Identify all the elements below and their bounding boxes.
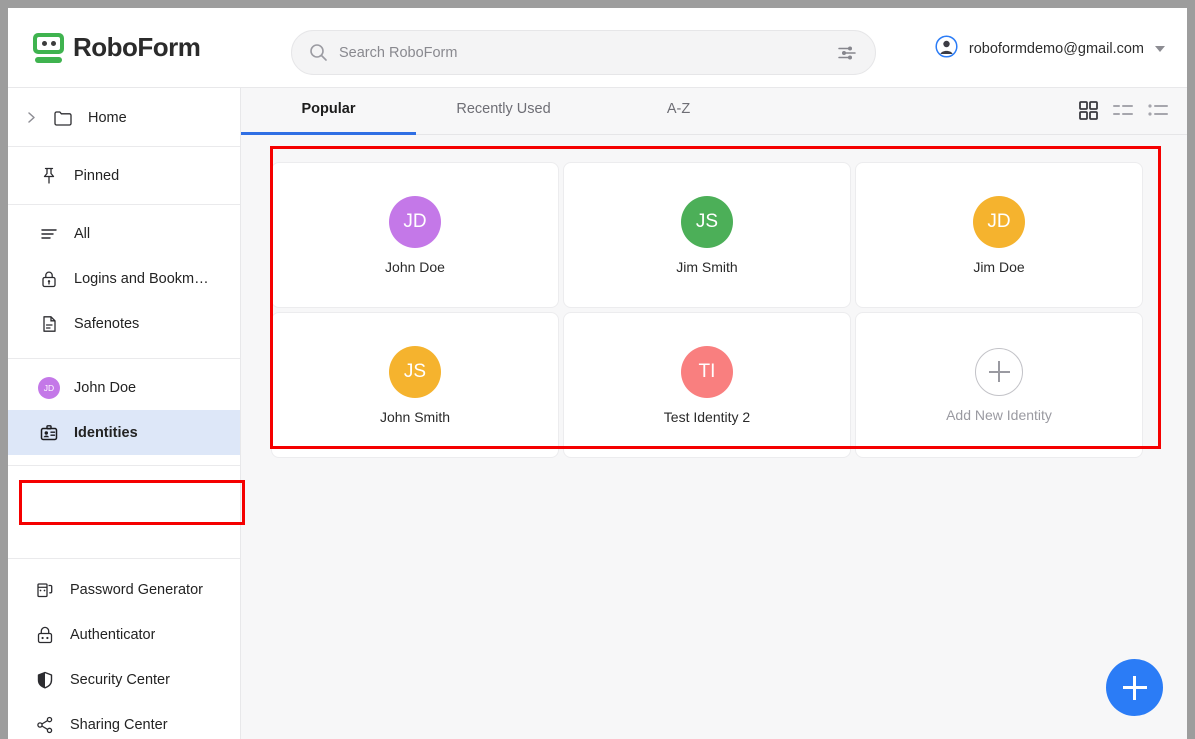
app-body: Home Pinned All Logins and Bookm… Safeno… xyxy=(8,88,1187,739)
sidebar-item-label: Authenticator xyxy=(70,626,156,643)
identity-name: Test Identity 2 xyxy=(663,408,751,425)
share-nodes-icon xyxy=(34,715,56,735)
sidebar-item-label: All xyxy=(74,225,91,242)
avatar-initials: JD xyxy=(987,210,1011,232)
tab-popular[interactable]: Popular xyxy=(241,88,416,135)
sidebar-item-label: Sharing Center xyxy=(70,716,168,733)
search-input[interactable] xyxy=(339,44,838,61)
add-item-fab[interactable] xyxy=(1106,659,1163,716)
sidebar: Home Pinned All Logins and Bookm… Safeno… xyxy=(8,88,245,739)
shield-icon xyxy=(34,670,56,690)
identity-name: Add New Identity xyxy=(946,406,1052,423)
sidebar-item-all[interactable]: All xyxy=(8,211,240,256)
sidebar-item-label: Identities xyxy=(74,424,138,441)
sidebar-item-john-doe[interactable]: JD John Doe xyxy=(8,365,240,410)
sidebar-divider xyxy=(8,558,240,559)
identity-card-icon xyxy=(38,423,60,443)
avatar-initials: TI xyxy=(698,360,716,382)
sidebar-item-security-center[interactable]: Security Center xyxy=(8,657,240,702)
password-generator-icon xyxy=(34,580,56,600)
avatar: JS xyxy=(389,345,441,398)
app-header: RoboForm Search RoboForm roboformdemo@gm… xyxy=(8,8,1187,88)
avatar: JD xyxy=(38,376,60,399)
note-document-icon xyxy=(38,314,60,334)
list-lines-icon xyxy=(38,224,60,244)
sidebar-item-authenticator[interactable]: Authenticator xyxy=(8,612,240,657)
account-email: roboformdemo@gmail.com xyxy=(968,41,1144,57)
sidebar-divider xyxy=(8,146,240,147)
avatar-initials: JS xyxy=(403,360,427,382)
sidebar-divider xyxy=(8,358,240,359)
sidebar-item-label: Pinned xyxy=(74,167,120,184)
account-menu[interactable]: roboformdemo@gmail.com xyxy=(935,35,1165,63)
view-toggle-group xyxy=(1078,100,1169,121)
avatar-initials: JD xyxy=(403,210,427,232)
filter-sliders-icon[interactable] xyxy=(838,44,856,62)
tab-recently-used[interactable]: Recently Used xyxy=(416,88,591,135)
add-new-identity-card[interactable]: Add New Identity xyxy=(855,312,1143,458)
sidebar-divider xyxy=(8,465,240,466)
brand-logo[interactable]: RoboForm xyxy=(33,32,201,63)
sidebar-item-safenotes[interactable]: Safenotes xyxy=(8,301,240,346)
avatar-initials: JS xyxy=(695,210,719,232)
identity-name: John Doe xyxy=(385,258,445,275)
main-content: Popular Recently Used A-Z JD John Doe JS… xyxy=(241,88,1187,739)
sidebar-tools: Password Generator Authenticator Securit… xyxy=(8,558,240,739)
identity-name: Jim Smith xyxy=(676,258,738,275)
sidebar-item-sharing-center[interactable]: Sharing Center xyxy=(8,702,240,739)
avatar: JD xyxy=(389,195,441,248)
sidebar-identities-highlight xyxy=(19,480,245,525)
detailed-list-view-toggle[interactable] xyxy=(1147,100,1169,121)
sidebar-divider xyxy=(8,204,240,205)
plus-circle-icon xyxy=(975,347,1023,396)
identity-card[interactable]: JD John Doe xyxy=(271,162,559,308)
folder-icon xyxy=(52,108,74,128)
sidebar-item-label: Logins and Bookm… xyxy=(74,270,209,287)
authenticator-lock-icon xyxy=(34,625,56,645)
lock-icon xyxy=(38,269,60,289)
tab-a-z[interactable]: A-Z xyxy=(591,88,766,135)
chevron-down-icon[interactable] xyxy=(1155,46,1165,52)
roboform-robot-icon xyxy=(33,32,64,63)
identity-card[interactable]: JS John Smith xyxy=(271,312,559,458)
chevron-right-icon[interactable] xyxy=(24,111,38,124)
sidebar-item-label: Security Center xyxy=(70,671,170,688)
sidebar-item-pinned[interactable]: Pinned xyxy=(8,153,240,198)
sidebar-item-logins-and-bookmarks[interactable]: Logins and Bookm… xyxy=(8,256,240,301)
sidebar-item-label: Password Generator xyxy=(70,581,203,598)
sidebar-item-label: Safenotes xyxy=(74,315,140,332)
identity-grid-area: JD John Doe JS Jim Smith JD Jim Doe JS J… xyxy=(241,135,1187,480)
search-bar[interactable] xyxy=(291,30,876,75)
identity-card[interactable]: TI Test Identity 2 xyxy=(563,312,851,458)
grid-view-toggle[interactable] xyxy=(1078,100,1099,121)
sidebar-item-label: John Doe xyxy=(74,379,137,396)
avatar-initials: JD xyxy=(38,376,60,399)
search-icon xyxy=(309,43,328,62)
app-window: RoboForm Search RoboForm roboformdemo@gm… xyxy=(8,8,1187,739)
sidebar-item-label: Home xyxy=(88,109,127,126)
identity-name: John Smith xyxy=(379,408,451,425)
tab-bar: Popular Recently Used A-Z xyxy=(241,88,1187,135)
avatar: JD xyxy=(973,195,1025,248)
user-circle-icon xyxy=(935,35,958,63)
sidebar-item-home[interactable]: Home xyxy=(8,95,240,140)
identity-card-grid: JD John Doe JS Jim Smith JD Jim Doe JS J… xyxy=(271,162,1163,458)
identity-card[interactable]: JS Jim Smith xyxy=(563,162,851,308)
identity-name: Jim Doe xyxy=(973,258,1025,275)
identity-card[interactable]: JD Jim Doe xyxy=(855,162,1143,308)
avatar: TI xyxy=(681,345,733,398)
sidebar-item-identities[interactable]: Identities xyxy=(8,410,240,455)
sidebar-item-password-generator[interactable]: Password Generator xyxy=(8,567,240,612)
avatar: JS xyxy=(681,195,733,248)
compact-list-view-toggle[interactable] xyxy=(1112,100,1134,121)
pin-icon xyxy=(38,166,60,186)
brand-name: RoboForm xyxy=(73,32,201,62)
